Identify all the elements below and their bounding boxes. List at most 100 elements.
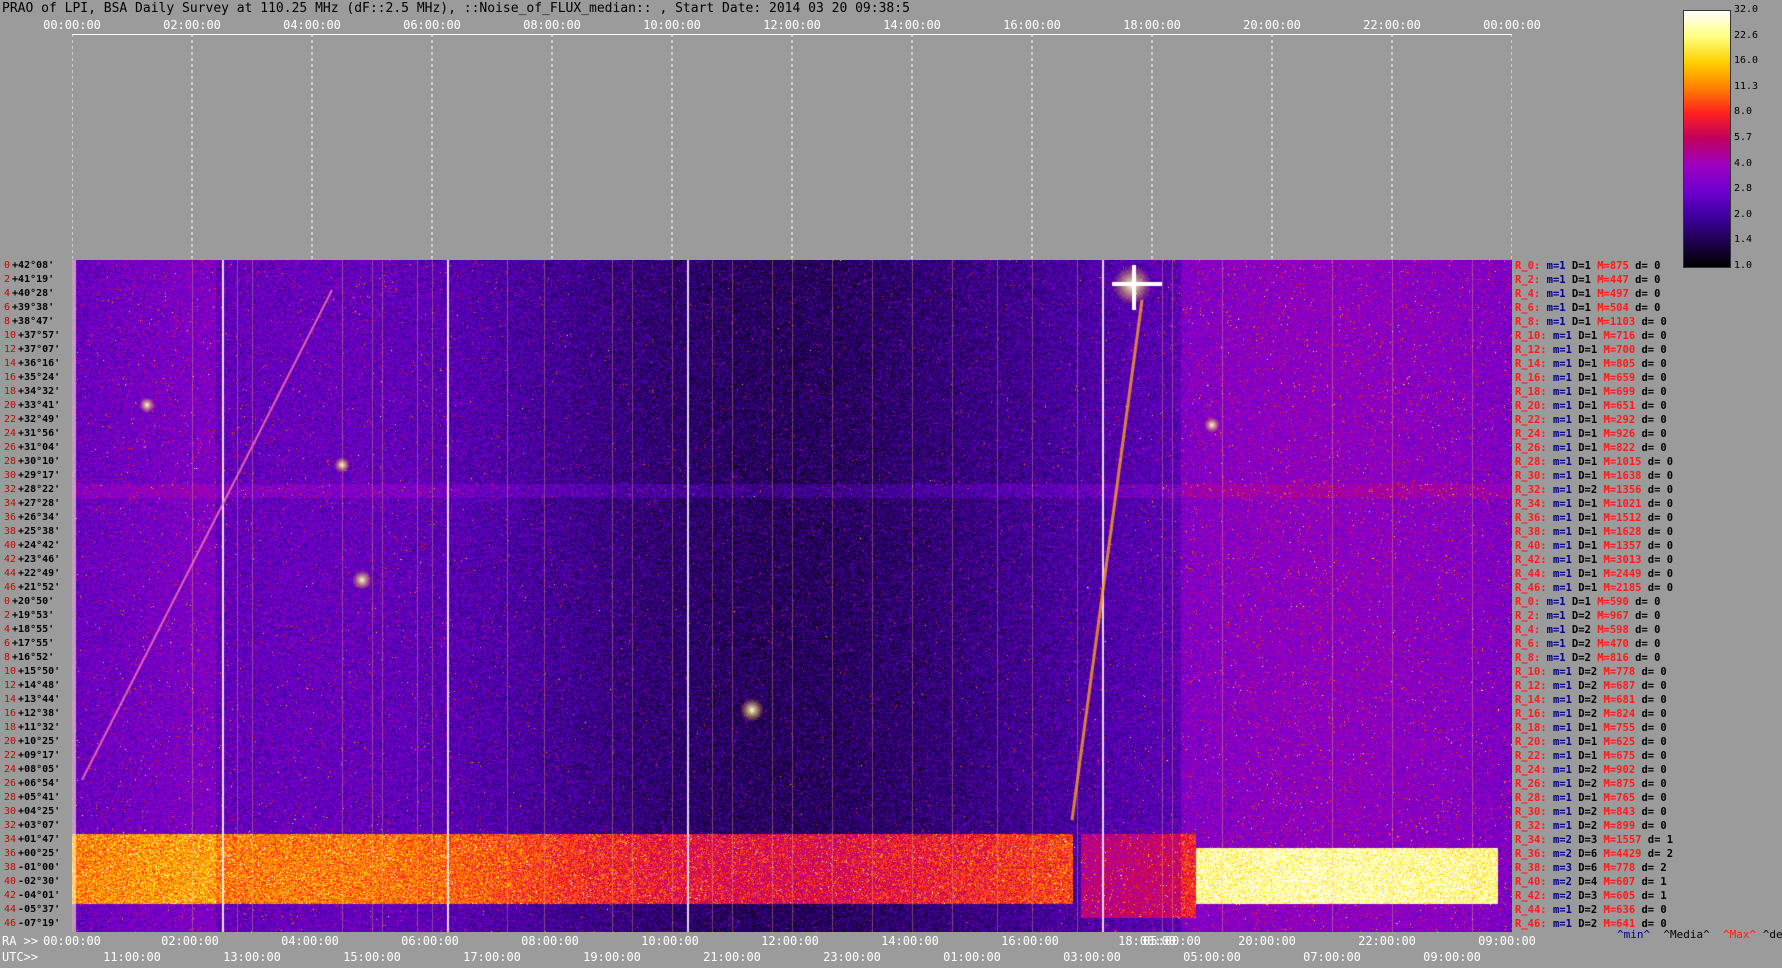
row-stat: R_12: m=1 D=1 M=700 d= 0 (1515, 344, 1667, 356)
row-stat: R_42: m=2 D=3 M=605 d= 1 (1515, 890, 1667, 902)
row-stat-r: R_16: (1515, 708, 1547, 720)
dec-label: 2 +19°53' (4, 610, 54, 621)
row-stat-mn: m=1 (1546, 638, 1566, 650)
bottom_ra-prefix: RA >> (2, 934, 39, 948)
dec-value: +12°38' (18, 708, 61, 719)
dec-label: 12 +14°48' (4, 680, 60, 691)
row-stat-r: R_38: (1515, 862, 1547, 874)
row-stat: R_24: m=1 D=2 M=902 d= 0 (1515, 764, 1667, 776)
row-stat-mn: m=1 (1546, 596, 1566, 608)
dec-value: +38°47' (12, 316, 55, 327)
row-stat-r: R_46: (1515, 918, 1547, 930)
row-stat-d: D=1 (1578, 512, 1598, 524)
row-stat-r: R_6: (1515, 302, 1541, 314)
row-stat-r: R_34: (1515, 498, 1547, 510)
dec-index: 2 (4, 274, 11, 285)
row-stat: R_30: m=1 D=1 M=1638 d= 0 (1515, 470, 1673, 482)
top-tick-label: 12:00:00 (763, 18, 821, 32)
dec-index: 6 (4, 302, 11, 313)
row-stat-dv: d= 0 (1647, 498, 1674, 510)
row-stat-dv: d= 0 (1641, 708, 1667, 720)
row-stat-mx: M=699 (1603, 386, 1636, 398)
dec-value: +00°25' (18, 848, 61, 859)
row-stat-mn: m=1 (1552, 400, 1572, 412)
row-stat-mn: m=1 (1552, 806, 1572, 818)
row-statistics: R_0: m=1 D=1 M=875 d= 0 R_2: m=1 D=1 M=44… (1513, 260, 1782, 932)
dec-label: 8 +16°52' (4, 652, 54, 663)
row-stat-dv: d= 0 (1635, 596, 1661, 608)
row-stat-dv: d= 0 (1635, 260, 1661, 272)
row-stat-dv: d= 0 (1641, 414, 1667, 426)
row-stat-mn: m=1 (1552, 470, 1572, 482)
row-stat-d: D=1 (1578, 344, 1598, 356)
row-stat: R_30: m=1 D=2 M=843 d= 0 (1515, 806, 1667, 818)
row-stat-mx: M=590 (1597, 596, 1629, 608)
row-stat-mn: m=1 (1546, 274, 1566, 286)
row-stat-mx: M=598 (1597, 624, 1629, 636)
row-stat: R_26: m=1 D=1 M=822 d= 0 (1515, 442, 1667, 454)
row-stat-d: D=3 (1578, 834, 1598, 846)
dec-value: +10°25' (18, 736, 61, 747)
row-stat-d: D=1 (1571, 302, 1591, 314)
row-stat-mx: M=1021 (1603, 498, 1642, 510)
row-stat: R_16: m=1 D=1 M=659 d= 0 (1515, 372, 1667, 384)
chart-title: PRAO of LPI, BSA Daily Survey at 110.25 … (2, 1, 910, 16)
bottom-utc-axis: UTC>> 11:00:00 13:00:00 15:00:00 17:00:00 19:… (0, 950, 1560, 965)
row-stat: R_32: m=1 D=2 M=1356 d= 0 (1515, 484, 1673, 496)
dec-index: 20 (4, 736, 17, 747)
row-stat-r: R_30: (1515, 470, 1547, 482)
row-stat-r: R_14: (1515, 358, 1547, 370)
dec-label: 16 +35°24' (4, 372, 60, 383)
row-stat-mx: M=816 (1597, 652, 1629, 664)
row-stat: R_44: m=1 D=1 M=2449 d= 0 (1515, 568, 1673, 580)
bottom-ra-axis: RA >> 00:00:00 02:00:00 04:00:00 06:00:00 08:… (0, 934, 1560, 949)
row-stat-d: D=1 (1578, 582, 1598, 594)
dec-index: 12 (4, 344, 17, 355)
dec-index: 8 (4, 652, 11, 663)
dec-value: +22°49' (18, 568, 61, 579)
row-stat-dv: d= 0 (1641, 722, 1667, 734)
dec-index: 10 (4, 666, 17, 677)
dec-index: 40 (4, 540, 17, 551)
row-stat-r: R_0: (1515, 596, 1541, 608)
row-stat-mn: m=1 (1552, 442, 1572, 454)
dec-label: 44 +22°49' (4, 568, 60, 579)
dec-index: 12 (4, 680, 17, 691)
row-stat-mn: m=1 (1546, 610, 1566, 622)
row-stat-d: D=6 (1578, 862, 1598, 874)
dec-value: +40°28' (12, 288, 55, 299)
row-stat-r: R_28: (1515, 456, 1547, 468)
dec-value: -07°19' (18, 918, 61, 929)
bottom_utc-prefix: UTC>> (2, 950, 39, 964)
dec-value: +31°56' (18, 428, 61, 439)
row-stat-mn: m=1 (1552, 554, 1572, 566)
dec-value: +05°41' (18, 792, 61, 803)
row-stat: R_38: m=3 D=6 M=778 d= 2 (1515, 862, 1667, 874)
dec-label: 24 +31°56' (4, 428, 60, 439)
dec-value: +24°42' (18, 540, 61, 551)
row-stat-mx: M=1356 (1603, 484, 1642, 496)
row-stat-mx: M=875 (1597, 260, 1629, 272)
row-stat-dv: d= 0 (1647, 470, 1674, 482)
dec-value: +14°48' (18, 680, 61, 691)
row-stat-d: D=1 (1578, 526, 1598, 538)
colorbar-label: 4.0 (1734, 157, 1753, 169)
row-stat-d: D=2 (1578, 484, 1598, 496)
dec-index: 34 (4, 834, 17, 845)
row-stat-d: D=1 (1578, 330, 1598, 342)
top-tick-label: 00:00:00 (43, 18, 101, 32)
top-tick-label: 10:00:00 (643, 18, 701, 32)
row-stat-d: D=1 (1578, 498, 1598, 510)
dec-value: +01°47' (18, 834, 61, 845)
row-stat-dv: d= 0 (1635, 638, 1661, 650)
dec-label: 36 +26°34' (4, 512, 60, 523)
row-stat-mn: m=1 (1552, 358, 1572, 370)
dec-label: 18 +34°32' (4, 386, 60, 397)
row-stat-mx: M=1015 (1603, 456, 1642, 468)
row-stat-dv: d= 0 (1641, 750, 1667, 762)
dec-label: 34 +27°28' (4, 498, 60, 509)
row-stat-mx: M=899 (1603, 820, 1636, 832)
row-stat-r: R_8: (1515, 316, 1541, 328)
top-time-axis: 00:00:00 02:00:00 04:00:00 06:00:00 08:00:00… (0, 18, 1560, 34)
colorbar-label: 5.7 (1734, 132, 1753, 143)
